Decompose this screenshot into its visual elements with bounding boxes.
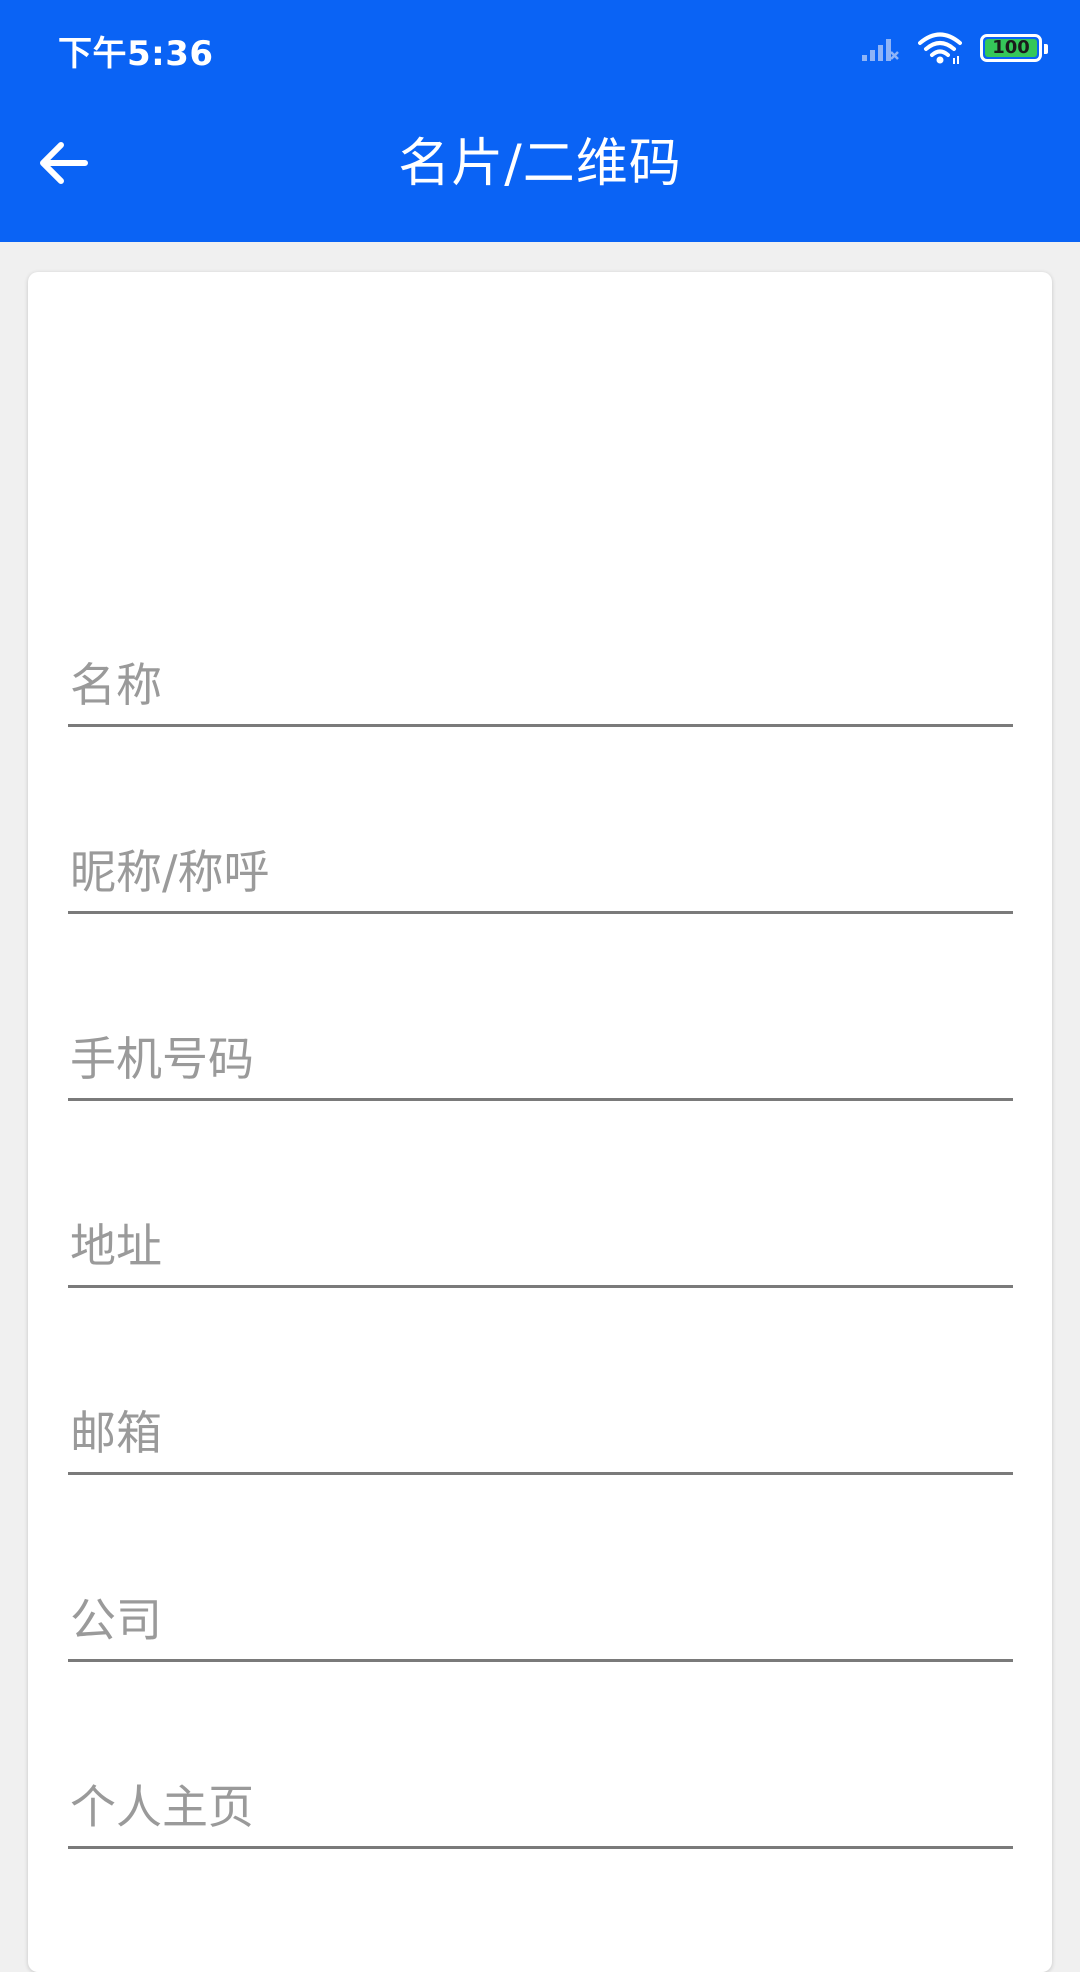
battery-level: 100 [992, 37, 1030, 58]
status-bar: 下午5:36 100 [0, 0, 1080, 96]
status-icons: 100 [860, 28, 1048, 68]
name-field [68, 627, 1017, 727]
page-title: 名片/二维码 [398, 134, 682, 194]
homepage-field [68, 1749, 1017, 1849]
header: 下午5:36 100 名片/二维码 [0, 0, 1080, 242]
phone-input[interactable] [68, 1024, 1017, 1094]
email-input[interactable] [68, 1398, 1017, 1468]
company-field [68, 1562, 1017, 1662]
battery-icon: 100 [980, 34, 1048, 62]
name-input[interactable] [68, 650, 1017, 720]
app-bar: 名片/二维码 [0, 96, 1080, 242]
phone-field [68, 1001, 1017, 1101]
wifi-icon [918, 31, 962, 65]
company-input[interactable] [68, 1585, 1017, 1655]
email-field [68, 1375, 1017, 1475]
cellular-signal-icon [860, 33, 900, 63]
nickname-input[interactable] [68, 837, 1017, 907]
nickname-field [68, 814, 1017, 914]
address-input[interactable] [68, 1211, 1017, 1281]
business-card-form [28, 272, 1052, 1972]
address-field [68, 1188, 1017, 1288]
status-time: 下午5:36 [58, 34, 214, 74]
homepage-input[interactable] [68, 1772, 1017, 1842]
